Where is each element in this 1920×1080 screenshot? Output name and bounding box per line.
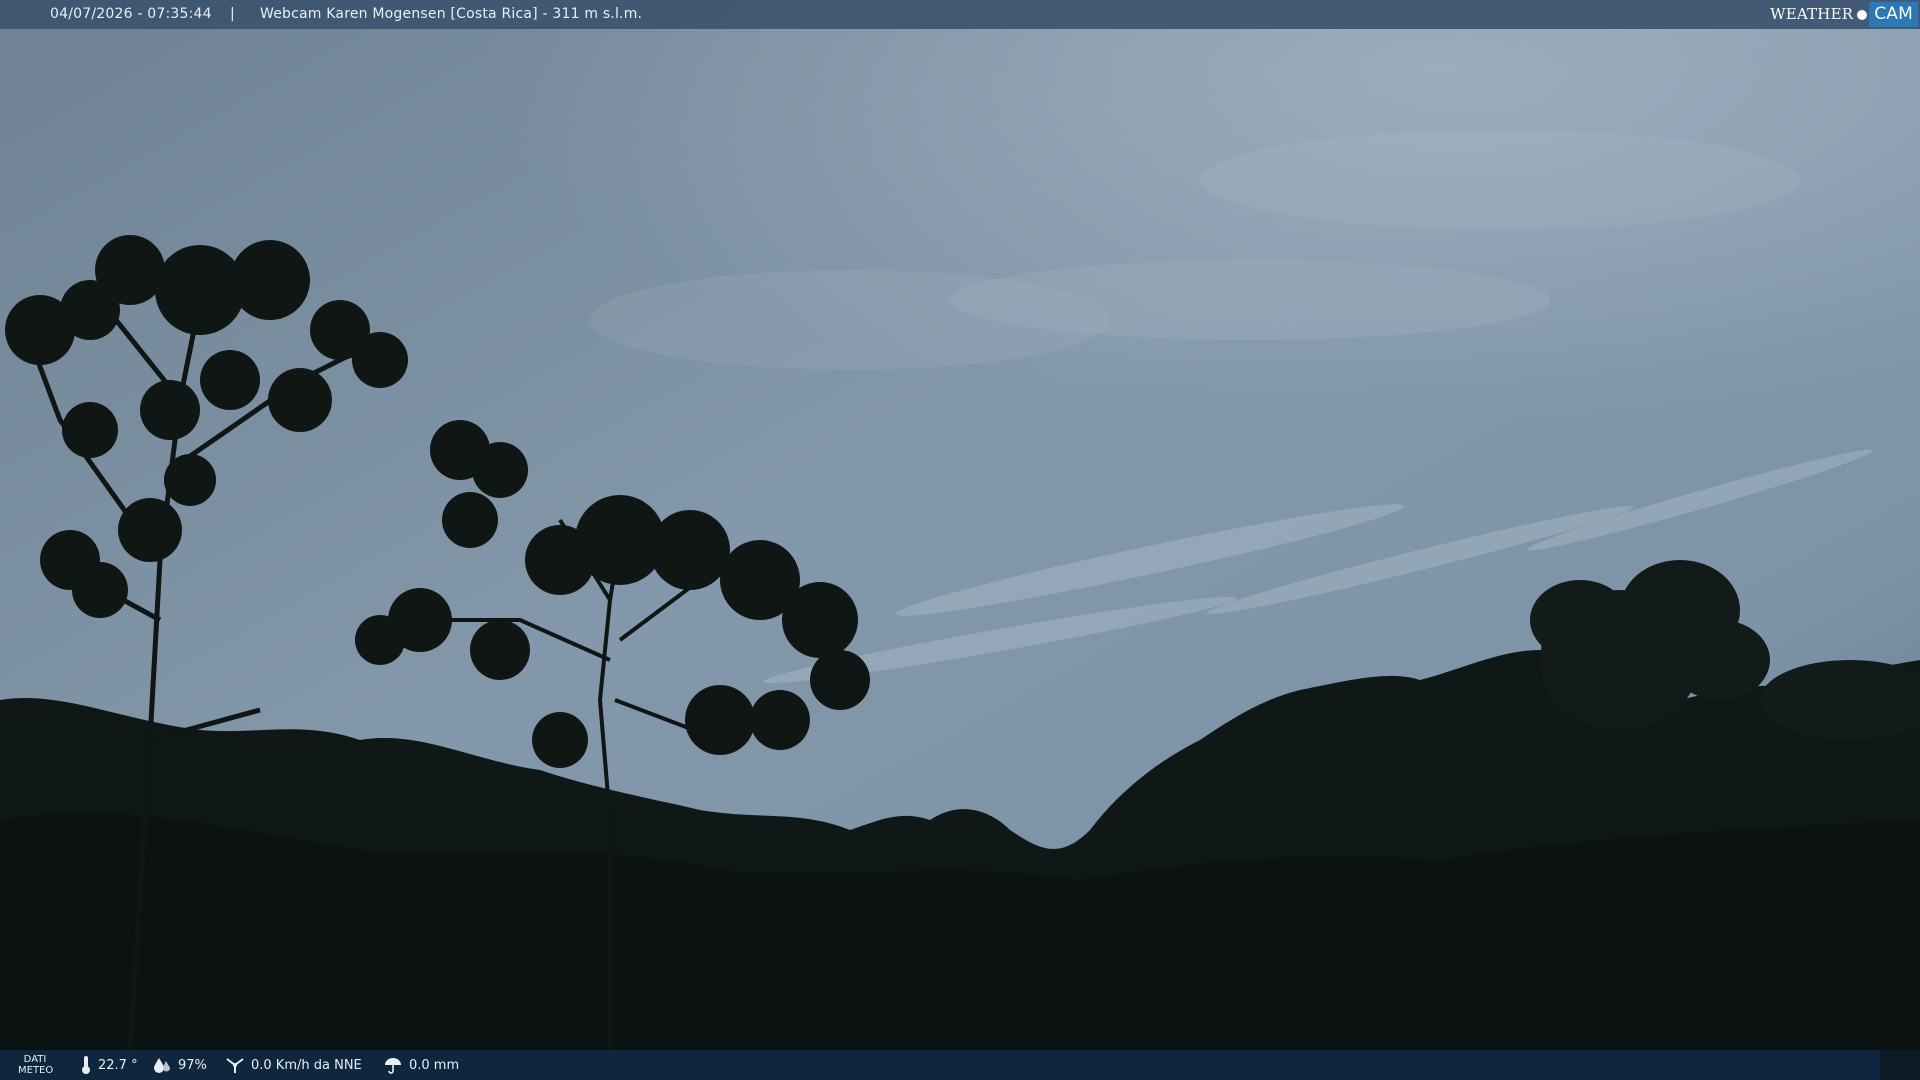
rain-icon [385,1058,401,1074]
humidity-value: 97% [178,1057,207,1073]
wind-stat: 0.0 Km/h da NNE [225,1050,362,1080]
weathercam-logo: WEATHER CAM [1770,2,1918,27]
weather-data-label: DATI METEO [18,1054,54,1076]
webcam-title: Webcam Karen Mogensen [Costa Rica] - 311… [260,6,643,22]
wind-icon [226,1058,244,1073]
temperature-stat: 22.7 ° [80,1050,138,1080]
webcam-image [0,0,1920,1080]
logo-cam-text: CAM [1869,2,1918,27]
bottom-corner [1880,1050,1920,1080]
logo-weather-text: WEATHER [1770,5,1854,23]
rain-stat: 0.0 mm [383,1050,459,1080]
thermometer-icon [82,1056,90,1074]
top-info-bar: 04/07/2026 - 07:35:44 | Webcam Karen Mog… [0,0,1920,29]
temperature-value: 22.7 ° [98,1057,138,1073]
humidity-icon [154,1058,170,1073]
label-line2: METEO [18,1065,54,1076]
separator: | [230,6,235,22]
logo-dot-icon [1857,9,1868,20]
weather-data-bar: DATI METEO 22.7 ° 97% 0.0 Km/h da NNE 0.… [0,1050,1880,1080]
datetime-label: 04/07/2026 - 07:35:44 [50,6,212,22]
rain-value: 0.0 mm [409,1057,460,1073]
humidity-stat: 97% [152,1050,207,1080]
wind-value: 0.0 Km/h da NNE [251,1057,362,1073]
label-line1: DATI [23,1054,47,1065]
webcam-frame: 04/07/2026 - 07:35:44 | Webcam Karen Mog… [0,0,1920,1080]
